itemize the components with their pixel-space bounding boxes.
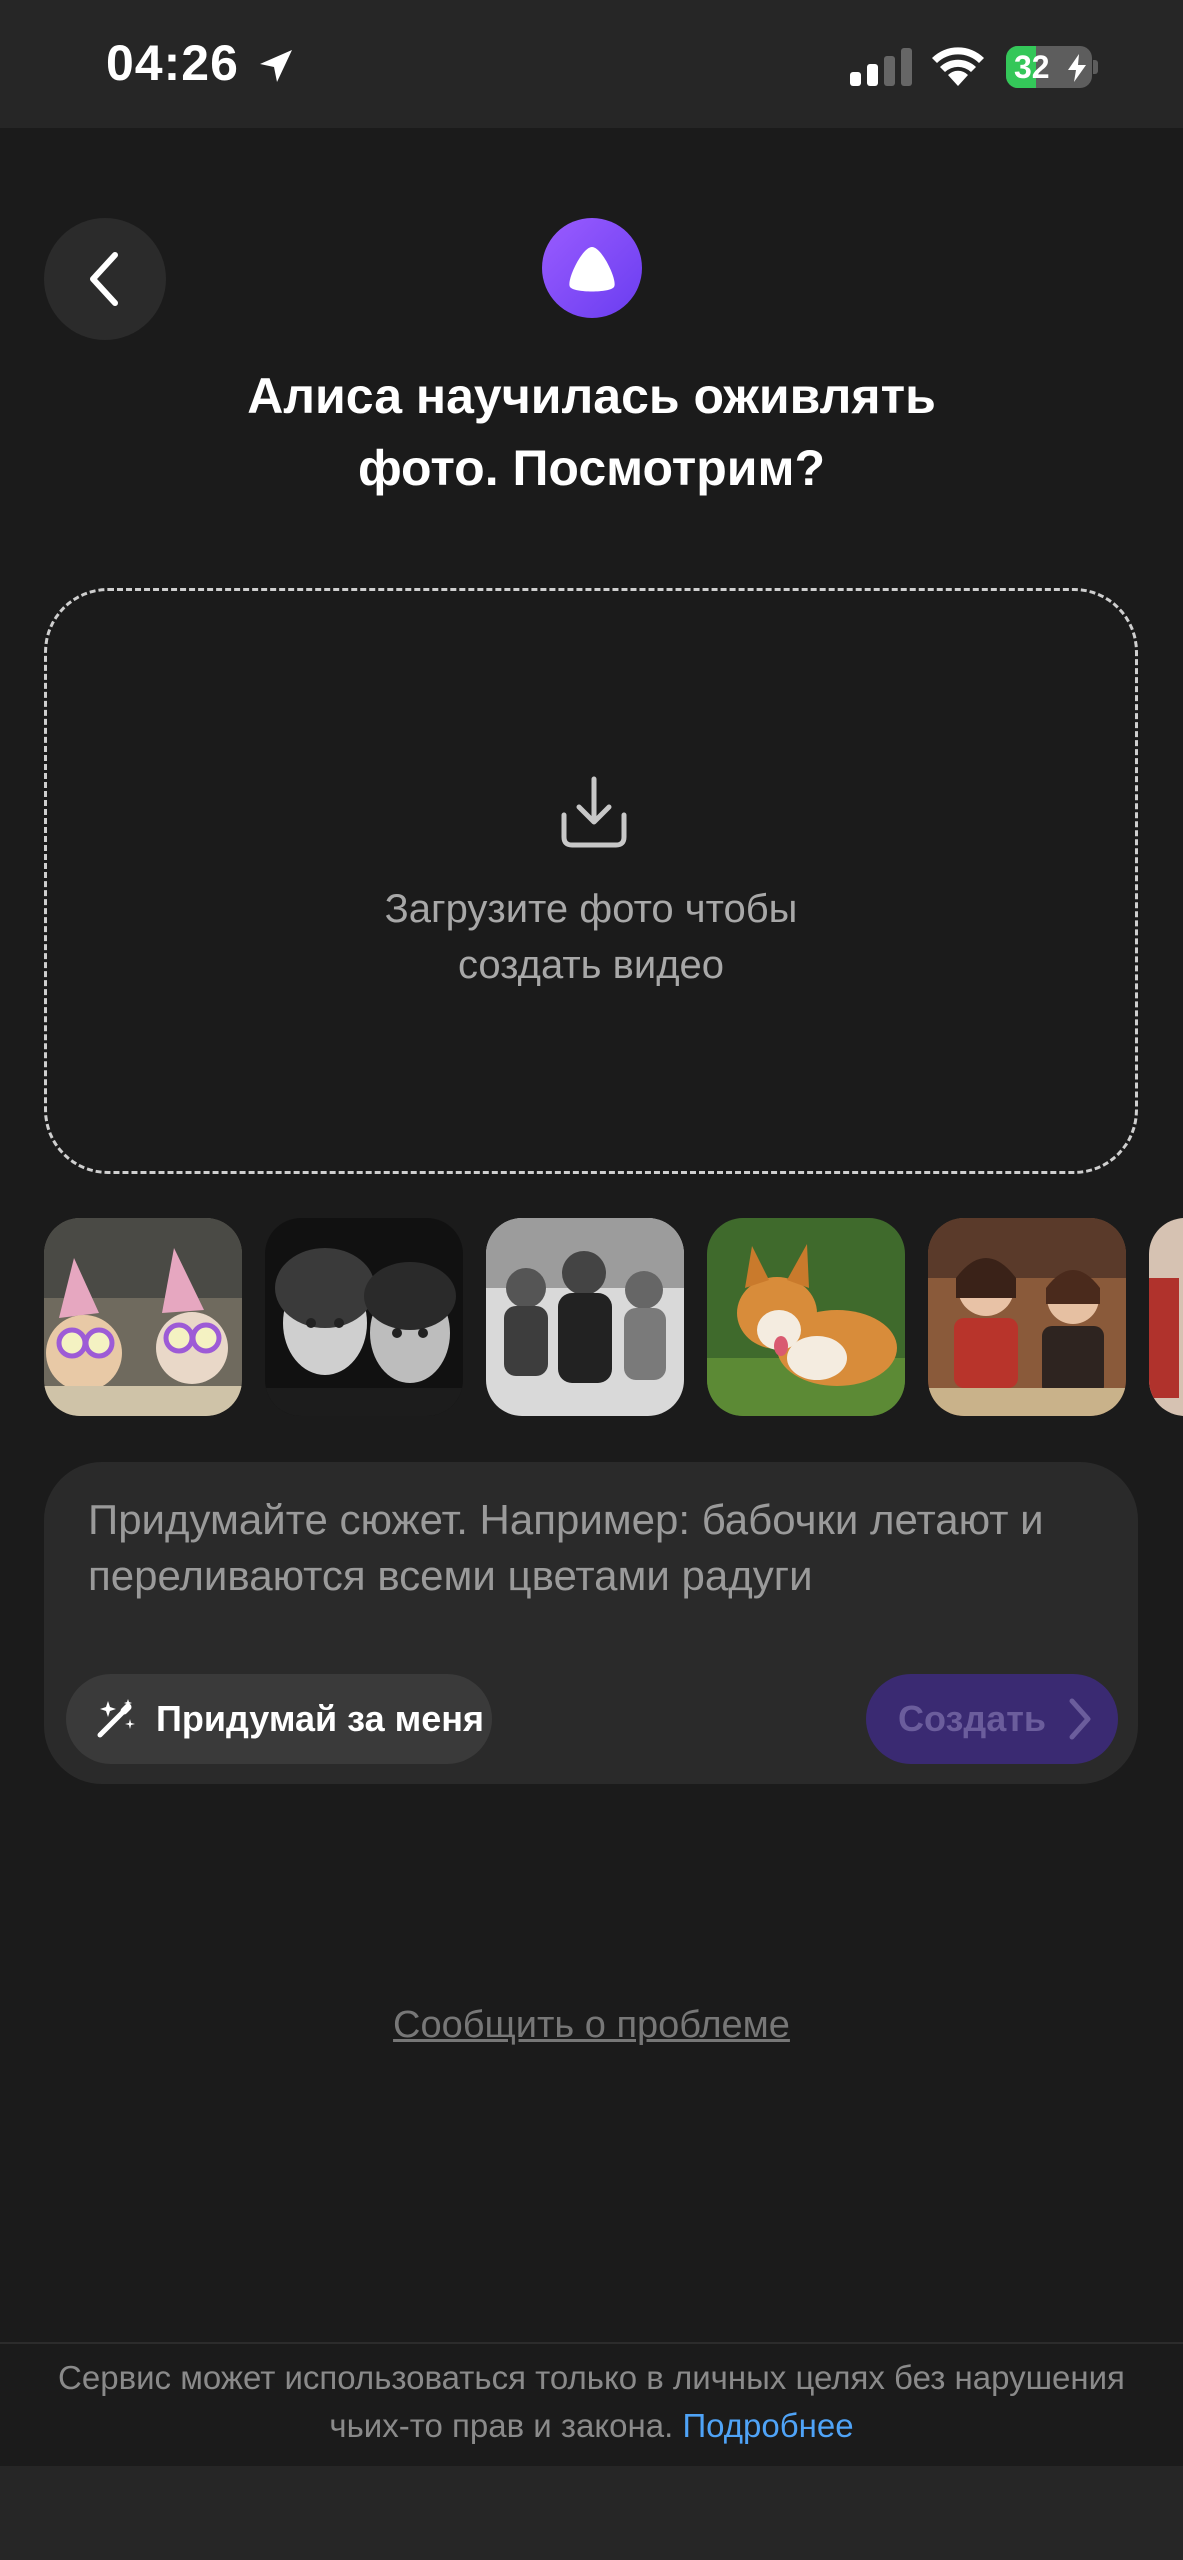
status-bar: 04:26 32 bbox=[0, 0, 1183, 128]
prompt-card: Придумайте сюжет. Например: бабочки лета… bbox=[44, 1462, 1138, 1784]
battery-level: 32 bbox=[1014, 49, 1050, 85]
magic-wand-icon bbox=[97, 1699, 135, 1738]
report-problem-link[interactable]: Сообщить о проблеме bbox=[0, 2004, 1183, 2047]
example-photo-corgi[interactable] bbox=[707, 1218, 905, 1416]
example-photo-winter-kids[interactable] bbox=[486, 1218, 684, 1416]
more-info-link[interactable]: Подробнее bbox=[682, 2407, 853, 2444]
cellular-signal-icon bbox=[850, 48, 912, 86]
example-photo-children[interactable] bbox=[265, 1218, 463, 1416]
title-line-1: Алиса научилась оживлять bbox=[247, 368, 936, 424]
suggest-for-me-button[interactable]: Придумай за меня bbox=[66, 1674, 492, 1764]
page-title: Алиса научилась оживлять фото. Посмотрим… bbox=[150, 360, 1033, 504]
example-photo-schoolgirls[interactable] bbox=[928, 1218, 1126, 1416]
wifi-icon bbox=[932, 47, 984, 86]
footer-disclaimer: Сервис может использоваться только в лич… bbox=[20, 2354, 1163, 2450]
upload-hint: Загрузите фото чтобы создать видео bbox=[47, 881, 1135, 993]
upload-hint-line-1: Загрузите фото чтобы bbox=[384, 887, 798, 931]
chevron-right-icon bbox=[1069, 1698, 1091, 1740]
example-photos-strip bbox=[44, 1218, 1183, 1418]
chevron-left-icon bbox=[90, 252, 118, 306]
back-button[interactable] bbox=[44, 218, 166, 340]
location-arrow-icon bbox=[260, 50, 292, 82]
bottom-bar bbox=[0, 2466, 1183, 2560]
download-tray-icon bbox=[561, 776, 627, 848]
example-photo-partial[interactable] bbox=[1149, 1218, 1183, 1416]
photo-upload-area[interactable]: Загрузите фото чтобы создать видео bbox=[44, 588, 1138, 1174]
create-label: Создать bbox=[898, 1698, 1047, 1739]
battery-cap bbox=[1093, 60, 1098, 74]
example-photo-cats[interactable] bbox=[44, 1218, 242, 1416]
footer-divider bbox=[0, 2342, 1183, 2344]
suggest-for-me-label: Придумай за меня bbox=[156, 1698, 484, 1739]
battery-indicator: 32 bbox=[1006, 46, 1092, 88]
prompt-input[interactable]: Придумайте сюжет. Например: бабочки лета… bbox=[88, 1492, 1108, 1604]
alice-logo-icon bbox=[542, 218, 642, 318]
title-line-2: фото. Посмотрим? bbox=[357, 440, 826, 496]
footer-disclaimer-text: Сервис может использоваться только в лич… bbox=[58, 2359, 1125, 2444]
create-button[interactable]: Создать bbox=[866, 1674, 1118, 1764]
upload-hint-line-2: создать видео bbox=[457, 943, 725, 987]
charging-bolt-icon bbox=[1068, 54, 1086, 82]
status-time: 04:26 bbox=[106, 35, 239, 91]
